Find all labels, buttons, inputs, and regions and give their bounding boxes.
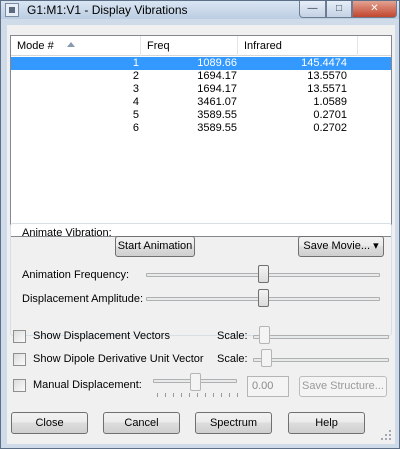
cell-freq: 3589.55 [197,122,237,134]
app-icon [5,3,19,17]
cell-infrared: 0.2701 [313,109,347,121]
animation-frequency-slider[interactable] [258,265,269,283]
cell-infrared: 1.0589 [313,96,347,108]
tick-mark [173,393,174,397]
dipole-scale-slider [261,349,272,367]
cell-mode: 1 [132,57,139,69]
tick-mark [213,393,214,397]
cell-infrared: 13.5571 [307,83,347,95]
cell-freq: 3589.55 [197,109,237,121]
list-header: Mode # Freq Infrared [11,36,391,56]
displacement-amplitude-slider[interactable] [258,289,269,307]
cancel-button[interactable]: Cancel [103,412,180,434]
save-movie-button[interactable]: Save Movie... ▾ [298,236,384,257]
tick-mark [189,393,190,397]
help-button[interactable]: Help [288,412,365,434]
tick-mark [165,393,166,397]
show-displacement-vectors-checkbox[interactable] [13,330,26,343]
close-button[interactable]: Close [11,412,88,434]
manual-displacement-label[interactable]: Manual Displacement: [33,379,142,391]
column-header-mode[interactable]: Mode # [11,36,141,56]
dipole-scale-track [253,358,389,362]
cell-mode: 5 [132,109,139,121]
manual-displacement-ticks [157,393,238,397]
animate-vibration-label: Animate Vibration: [22,227,112,239]
manual-displacement-value-field: 0.00 [247,376,289,397]
tick-mark [197,393,198,397]
cell-infrared: 0.2702 [313,122,347,134]
table-row[interactable]: 2 1694.17 13.5570 [11,70,391,83]
show-dipole-derivative-label[interactable]: Show Dipole Derivative Unit Vector [33,353,204,365]
dropdown-arrow-icon: ▾ [373,240,379,252]
cell-freq: 3461.07 [197,96,237,108]
save-structure-button: Save Structure... [299,376,387,397]
save-movie-label: Save Movie... [303,240,371,252]
column-header-freq[interactable]: Freq [141,36,238,56]
vectors-scale-track [253,335,389,339]
displacement-amplitude-label: Displacement Amplitude: [22,293,144,305]
cell-freq: 1694.17 [197,70,237,82]
resize-grip-icon[interactable] [381,430,393,442]
show-dipole-derivative-checkbox[interactable] [13,353,26,366]
dialog-client-area: Mode # Freq Infrared 1 1089.66 145.4474 2 16… [7,25,395,444]
display-vibrations-window: G1:M1:V1 - Display Vibrations — □ ✕ Mode… [0,0,400,449]
column-header-mode-label: Mode # [17,40,54,52]
tick-mark [205,393,206,397]
animate-vibration-group: Animate Vibration: Start Animation Save … [10,223,392,336]
cell-mode: 4 [132,96,139,108]
table-row[interactable]: 6 3589.55 0.2702 [11,122,391,135]
cell-mode: 6 [132,122,139,134]
show-displacement-vectors-label[interactable]: Show Displacement Vectors [33,330,170,342]
tick-mark [229,393,230,397]
tick-mark [221,393,222,397]
tick-mark [157,393,158,397]
maximize-button[interactable]: □ [326,1,352,18]
cell-mode: 3 [132,83,139,95]
table-row[interactable]: 3 1694.17 13.5571 [11,83,391,96]
cell-freq: 1089.66 [197,57,237,69]
manual-displacement-checkbox[interactable] [13,379,26,392]
column-header-infrared[interactable]: Infrared [238,36,358,56]
sort-ascending-icon [67,42,75,47]
cell-infrared: 145.4474 [301,57,347,69]
table-row[interactable]: 1 1089.66 145.4474 [11,57,391,70]
tick-mark [237,393,238,397]
close-window-button[interactable]: ✕ [352,1,397,18]
window-title: G1:M1:V1 - Display Vibrations [27,3,188,17]
vectors-scale-slider [259,326,270,344]
cell-freq: 1694.17 [197,83,237,95]
tick-mark [181,393,182,397]
vectors-scale-label: Scale: [217,330,248,342]
vibration-modes-list[interactable]: Mode # Freq Infrared 1 1089.66 145.4474 2 16… [10,35,392,237]
table-row[interactable]: 5 3589.55 0.2701 [11,109,391,122]
table-row[interactable]: 4 3461.07 1.0589 [11,96,391,109]
cell-infrared: 13.5570 [307,70,347,82]
spectrum-button[interactable]: Spectrum [195,412,272,434]
cell-mode: 2 [132,70,139,82]
animation-frequency-label: Animation Frequency: [22,269,129,281]
manual-displacement-slider [190,373,201,391]
start-animation-button[interactable]: Start Animation [115,236,195,257]
dipole-scale-label: Scale: [217,353,248,365]
minimize-button[interactable]: — [299,1,326,18]
